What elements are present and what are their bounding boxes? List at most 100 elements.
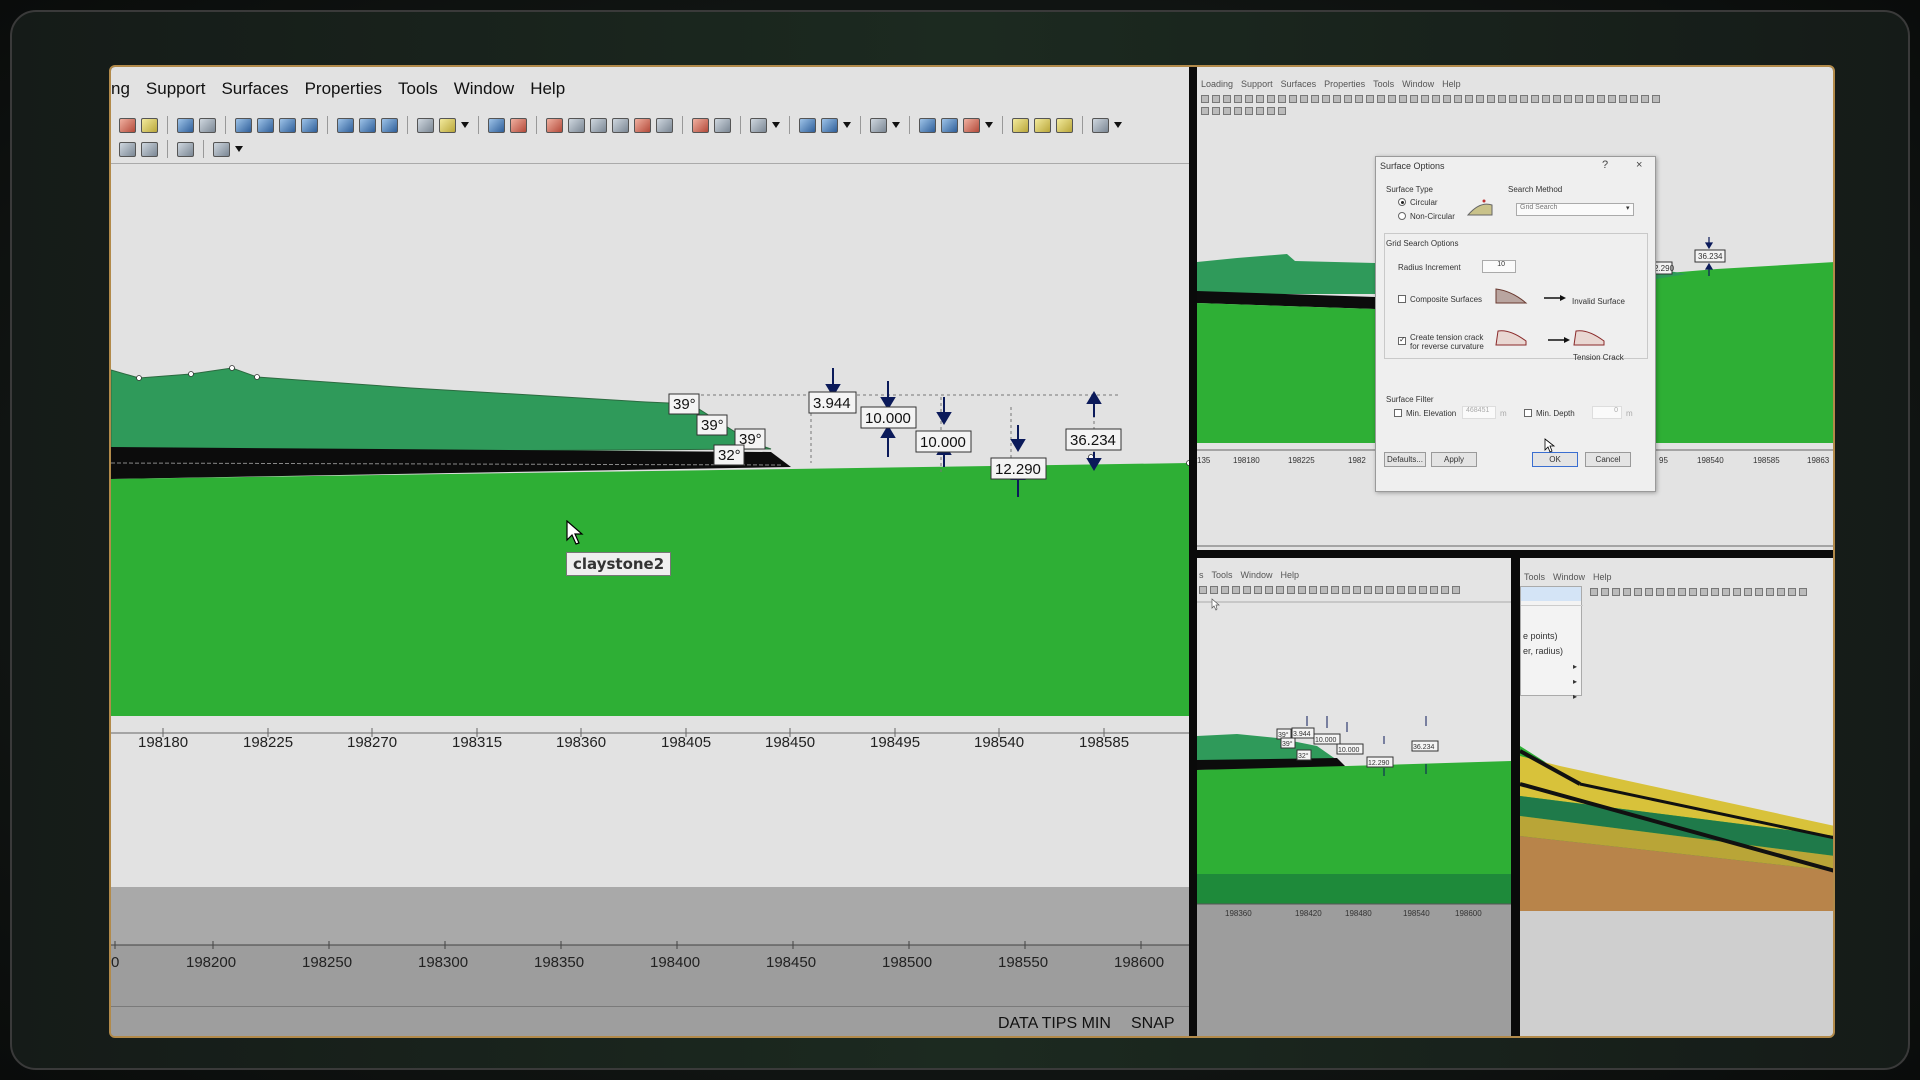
toolbar-icon[interactable] bbox=[1531, 95, 1539, 103]
toolbar-icon[interactable] bbox=[1689, 588, 1697, 596]
menu-window[interactable]: Window bbox=[1553, 572, 1585, 582]
min-depth-input[interactable]: 0 bbox=[1592, 406, 1622, 419]
menu-support[interactable]: Support bbox=[1241, 79, 1273, 89]
zoom-mouse-icon[interactable] bbox=[381, 117, 398, 133]
toolbar-icon[interactable] bbox=[1331, 586, 1339, 594]
zoom-in-icon[interactable] bbox=[257, 117, 274, 133]
tension-crack-checkbox[interactable]: ✓ bbox=[1398, 335, 1406, 345]
circular-radio[interactable] bbox=[1398, 198, 1406, 206]
zoom-all-icon[interactable] bbox=[235, 117, 252, 133]
toolbar-icon[interactable] bbox=[1375, 586, 1383, 594]
toolbar-icon[interactable] bbox=[1678, 588, 1686, 596]
toolbar-icon[interactable] bbox=[1245, 107, 1253, 115]
delete-icon[interactable] bbox=[634, 117, 651, 133]
toolbar-icon[interactable] bbox=[1245, 95, 1253, 103]
toolbar-icon[interactable] bbox=[1298, 586, 1306, 594]
toolbar-icon[interactable] bbox=[1575, 95, 1583, 103]
toolbar-icon[interactable] bbox=[1397, 586, 1405, 594]
search-method-select[interactable]: Grid Search bbox=[1516, 203, 1634, 216]
toolbar-icon[interactable] bbox=[1333, 95, 1341, 103]
node-icon[interactable] bbox=[612, 117, 629, 133]
menu-tools[interactable]: Tools bbox=[1212, 570, 1233, 580]
toolbar-icon[interactable] bbox=[1667, 588, 1675, 596]
toolbar-icon[interactable] bbox=[1223, 107, 1231, 115]
toolbar-icon[interactable] bbox=[1287, 586, 1295, 594]
menu-tools[interactable]: Tools bbox=[1373, 79, 1394, 89]
water-table-icon[interactable] bbox=[488, 117, 505, 133]
close-button[interactable]: × bbox=[1636, 159, 1642, 171]
toolbar-icon[interactable] bbox=[1408, 586, 1416, 594]
menu-surfaces[interactable]: Surfaces bbox=[221, 79, 288, 105]
cross-section-canvas[interactable] bbox=[1520, 696, 1835, 1038]
pencil-icon[interactable] bbox=[213, 141, 230, 157]
toolbar-icon[interactable] bbox=[1509, 95, 1517, 103]
toolbar-icon[interactable] bbox=[1542, 95, 1550, 103]
toolbar-icon[interactable] bbox=[1586, 95, 1594, 103]
toolbar-icon[interactable] bbox=[1223, 95, 1231, 103]
menu-window[interactable]: Window bbox=[1402, 79, 1434, 89]
toolbar-icon[interactable] bbox=[1234, 95, 1242, 103]
menu-help[interactable]: Help bbox=[1593, 572, 1612, 582]
distributed-load-icon[interactable] bbox=[750, 117, 767, 133]
reset-icon[interactable] bbox=[714, 117, 731, 133]
menu-support[interactable]: Support bbox=[146, 79, 206, 105]
help-button[interactable]: ? bbox=[1602, 159, 1608, 171]
apply-button[interactable]: Apply bbox=[1431, 452, 1477, 467]
toolbar-icon[interactable] bbox=[1454, 95, 1462, 103]
undo-icon[interactable] bbox=[656, 117, 673, 133]
line-icon[interactable] bbox=[799, 117, 816, 133]
toolbar-icon[interactable] bbox=[1634, 588, 1642, 596]
settings-icon[interactable] bbox=[1092, 117, 1109, 133]
toolbar-icon[interactable] bbox=[1487, 95, 1495, 103]
toolbar-icon[interactable] bbox=[1630, 95, 1638, 103]
vertex-move-icon[interactable] bbox=[568, 117, 585, 133]
toolbar-icon[interactable] bbox=[1443, 95, 1451, 103]
toolbar-icon[interactable] bbox=[1355, 95, 1363, 103]
toolbar-icon[interactable] bbox=[1623, 588, 1631, 596]
toolbar-icon[interactable] bbox=[1234, 107, 1242, 115]
min-elevation-checkbox[interactable] bbox=[1394, 409, 1402, 417]
menu-item[interactable]: e points) bbox=[1523, 631, 1558, 641]
monitor-icon[interactable] bbox=[177, 117, 194, 133]
toolbar-icon[interactable] bbox=[1254, 586, 1262, 594]
toolbar-icon[interactable] bbox=[1311, 95, 1319, 103]
toolbar-icon[interactable] bbox=[1608, 95, 1616, 103]
toolbar-icon[interactable] bbox=[1700, 588, 1708, 596]
surface-icon[interactable] bbox=[1056, 117, 1073, 133]
hatch-icon[interactable] bbox=[821, 117, 838, 133]
menu-window[interactable]: Window bbox=[1241, 570, 1273, 580]
material-icon[interactable] bbox=[141, 117, 158, 133]
zoom-window-icon[interactable] bbox=[301, 117, 318, 133]
toolbar-icon[interactable] bbox=[1276, 586, 1284, 594]
menu-loading[interactable]: ng bbox=[111, 79, 130, 105]
toolbar-icon[interactable] bbox=[1212, 95, 1220, 103]
toolbar-icon[interactable] bbox=[1619, 95, 1627, 103]
radius-increment-input[interactable]: 10 bbox=[1482, 260, 1516, 273]
composite-surfaces-checkbox[interactable] bbox=[1398, 295, 1406, 303]
eraser-icon[interactable] bbox=[199, 117, 216, 133]
support-icon[interactable] bbox=[870, 117, 887, 133]
toolbar-icon[interactable] bbox=[1645, 588, 1653, 596]
menu-window[interactable]: Window bbox=[454, 79, 514, 105]
vertex-add-icon[interactable] bbox=[546, 117, 563, 133]
model-canvas[interactable]: 39° 39° 39° 32° 3.944 10.000 10.000 12.2… bbox=[111, 167, 1189, 737]
chevron-down-icon[interactable] bbox=[892, 122, 900, 128]
menu-tools[interactable]: Tools bbox=[398, 79, 438, 105]
menu-surfaces[interactable]: Surfaces bbox=[1281, 79, 1317, 89]
toolbar-icon[interactable] bbox=[1744, 588, 1752, 596]
zoom-extents-icon[interactable] bbox=[337, 117, 354, 133]
toolbar-icon[interactable] bbox=[1564, 95, 1572, 103]
toolbar-icon[interactable] bbox=[1476, 95, 1484, 103]
menu-help[interactable]: Help bbox=[1281, 570, 1300, 580]
toolbar-icon[interactable] bbox=[1652, 95, 1660, 103]
display-options-icon[interactable] bbox=[1012, 117, 1029, 133]
toolbar-icon[interactable] bbox=[1320, 586, 1328, 594]
toolbar-icon[interactable] bbox=[1212, 107, 1220, 115]
toolbar-icon[interactable] bbox=[1799, 588, 1807, 596]
toolbar-icon[interactable] bbox=[1421, 95, 1429, 103]
toolbar-icon[interactable] bbox=[1256, 95, 1264, 103]
chevron-down-icon[interactable] bbox=[461, 122, 469, 128]
chart-icon[interactable] bbox=[963, 117, 980, 133]
menu-properties[interactable]: Properties bbox=[1324, 79, 1365, 89]
zoom-previous-icon[interactable] bbox=[359, 117, 376, 133]
